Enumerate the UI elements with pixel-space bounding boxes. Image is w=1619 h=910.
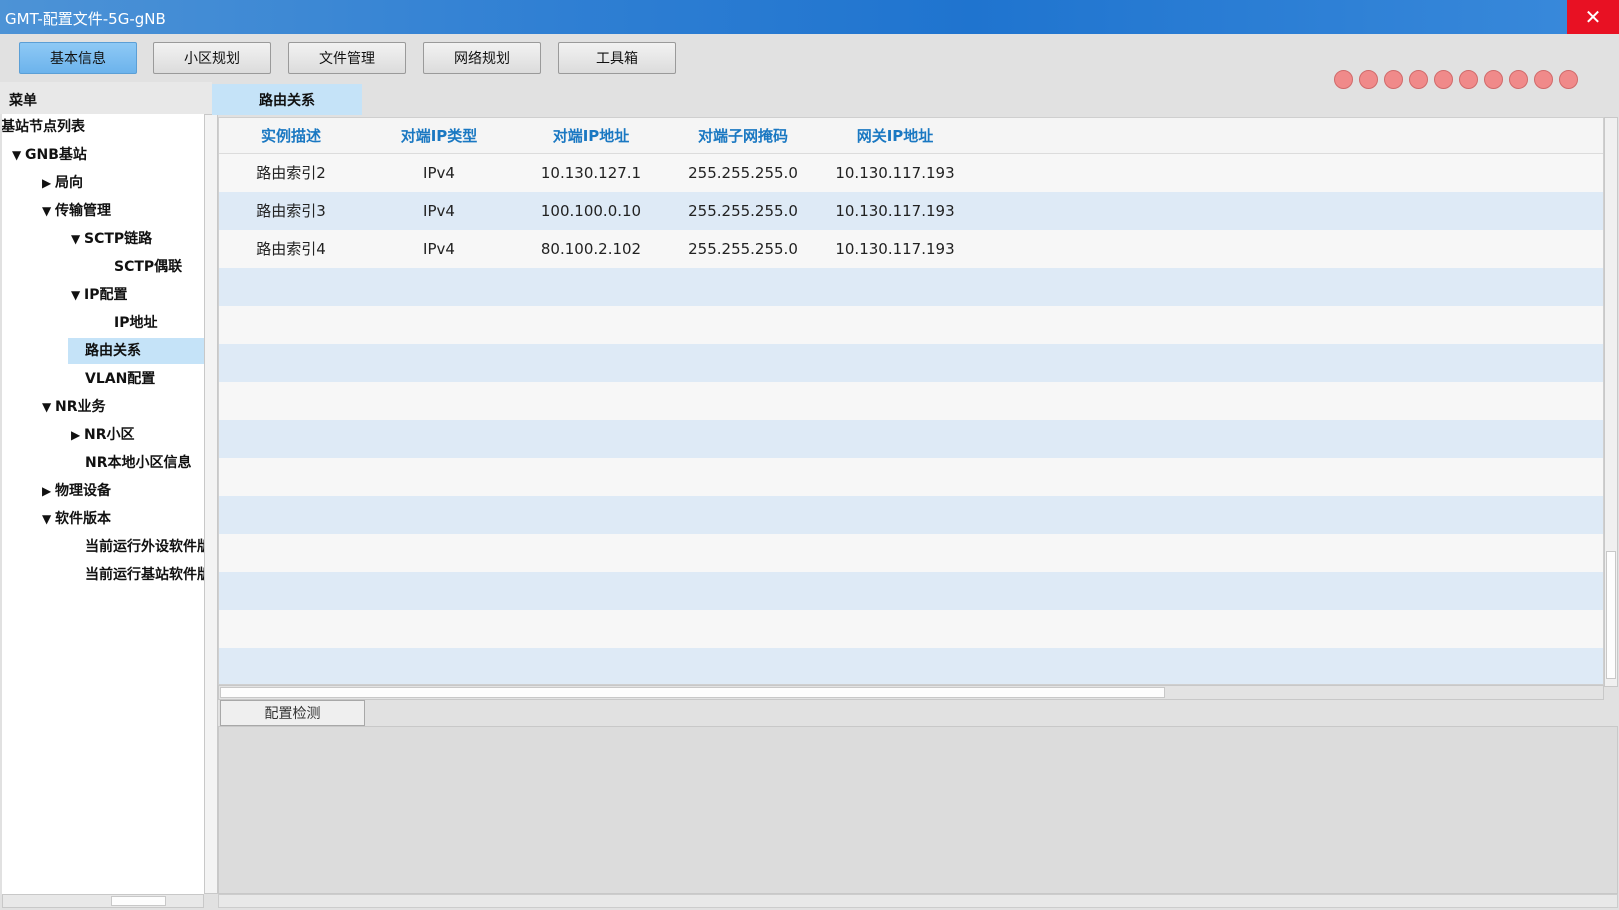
empty-row (219, 420, 1603, 458)
table-cell: 10.130.127.1 (540, 164, 642, 182)
table-row[interactable]: 路由索引3 IPv4 100.100.0.10 255.255.255.0 10… (219, 192, 1603, 230)
toolbox-button[interactable]: 工具箱 (558, 42, 676, 74)
status-dot-icon (1559, 70, 1578, 89)
empty-row (219, 648, 1603, 684)
status-dot-icon (1334, 70, 1353, 89)
collapse-triangle-icon[interactable]: ▼ (12, 142, 25, 168)
table-vertical-scrollbar[interactable] (1604, 117, 1618, 687)
table-cell: 255.255.255.0 (688, 202, 798, 220)
menu-tree: 基站节点列表 ▼ GNB基站 ▶ 局向 ▼ 传输管理 ▼ SCTP链路 SCTP偶联 ▼… (2, 114, 204, 894)
file-management-button[interactable]: 文件管理 (288, 42, 406, 74)
close-button[interactable]: ✕ (1567, 0, 1619, 34)
empty-row (219, 458, 1603, 496)
column-header[interactable]: 网关IP地址 (819, 118, 971, 154)
toolbar: 基本信息 小区规划 文件管理 网络规划 工具箱 (0, 34, 1619, 89)
tree-item-peripheral-software[interactable]: 当前运行外设软件版本 (85, 534, 204, 560)
network-planning-button[interactable]: 网络规划 (423, 42, 541, 74)
tree-item-physical-device[interactable]: ▶ 物理设备 (42, 478, 111, 504)
expand-triangle-icon[interactable]: ▶ (71, 422, 84, 448)
status-dot-icon (1434, 70, 1453, 89)
status-dot-icon (1409, 70, 1428, 89)
table-cell: 255.255.255.0 (688, 240, 798, 258)
table-cell: 路由索引4 (256, 240, 326, 258)
table-cell: 路由索引3 (256, 202, 326, 220)
tree-item-software-version[interactable]: ▼ 软件版本 (42, 506, 111, 532)
tree-item-sctp-association[interactable]: SCTP偶联 (114, 254, 182, 280)
tab-route-relation[interactable]: 路由关系 (212, 84, 362, 115)
tree-item-sctp-link[interactable]: ▼ SCTP链路 (71, 226, 152, 252)
column-header[interactable]: 实例描述 (219, 118, 363, 154)
bottom-scrollbar[interactable] (218, 894, 1618, 908)
scrollbar-thumb[interactable] (1606, 551, 1616, 679)
status-indicators (1334, 70, 1578, 89)
close-icon: ✕ (1584, 5, 1602, 29)
tree-item-vlan-config[interactable]: VLAN配置 (85, 366, 155, 392)
tab-config-check[interactable]: 配置检测 (220, 700, 365, 726)
tree-item-office-direction[interactable]: ▶ 局向 (42, 170, 83, 196)
empty-row (219, 382, 1603, 420)
expand-triangle-icon[interactable]: ▶ (42, 170, 55, 196)
empty-row (219, 610, 1603, 648)
table-cell: IPv4 (423, 240, 455, 258)
table-row[interactable]: 路由索引2 IPv4 10.130.127.1 255.255.255.0 10… (219, 154, 1603, 192)
empty-row (219, 496, 1603, 534)
basic-info-button[interactable]: 基本信息 (19, 42, 137, 74)
tree-item-transport[interactable]: ▼ 传输管理 (42, 198, 111, 224)
collapse-triangle-icon[interactable]: ▼ (42, 198, 55, 224)
table-cell: 10.130.117.193 (835, 240, 955, 258)
status-dot-icon (1359, 70, 1378, 89)
status-dot-icon (1534, 70, 1553, 89)
window-title: GMT-配置文件-5G-gNB (5, 10, 166, 28)
table-horizontal-scrollbar[interactable] (218, 685, 1604, 700)
table-header: 实例描述 对端IP类型 对端IP地址 对端子网掩码 网关IP地址 (219, 118, 1603, 154)
table-cell: 100.100.0.10 (540, 202, 642, 220)
status-dot-icon (1484, 70, 1503, 89)
table-cell: 10.130.117.193 (835, 164, 955, 182)
tree-item-node-list[interactable]: 基站节点列表 (2, 114, 85, 140)
tree-item-gnb[interactable]: ▼ GNB基站 (12, 142, 87, 168)
table-cell: 80.100.2.102 (540, 240, 642, 258)
column-header[interactable]: 对端IP地址 (515, 118, 667, 154)
table-cell: IPv4 (423, 164, 455, 182)
empty-row (219, 268, 1603, 306)
status-dot-icon (1509, 70, 1528, 89)
cell-planning-button[interactable]: 小区规划 (153, 42, 271, 74)
empty-row (219, 572, 1603, 610)
tree-item-nr-cell[interactable]: ▶ NR小区 (71, 422, 135, 448)
expand-triangle-icon[interactable]: ▶ (42, 478, 55, 504)
route-table: 实例描述 对端IP类型 对端IP地址 对端子网掩码 网关IP地址 路由索引2 I… (218, 117, 1604, 685)
tree-item-ip-address[interactable]: IP地址 (114, 310, 157, 336)
tree-item-bs-software[interactable]: 当前运行基站软件版本 (85, 562, 204, 588)
scrollbar-thumb[interactable] (111, 896, 166, 906)
collapse-triangle-icon[interactable]: ▼ (42, 506, 55, 532)
tree-item-nr-local-cell[interactable]: NR本地小区信息 (85, 450, 192, 476)
menu-horizontal-scrollbar[interactable] (2, 894, 204, 908)
menu-header: 菜单 (0, 82, 212, 114)
status-dot-icon (1459, 70, 1478, 89)
title-bar: GMT-配置文件-5G-gNB ✕ (0, 0, 1619, 34)
scrollbar-thumb[interactable] (220, 687, 1165, 698)
table-cell: 10.130.117.193 (835, 202, 955, 220)
empty-row (219, 344, 1603, 382)
column-header[interactable]: 对端IP类型 (363, 118, 515, 154)
menu-vertical-scrollbar[interactable] (204, 114, 218, 894)
empty-row (219, 306, 1603, 344)
table-cell: 路由索引2 (256, 164, 326, 182)
collapse-triangle-icon[interactable]: ▼ (71, 282, 84, 308)
empty-row (219, 534, 1603, 572)
status-dot-icon (1384, 70, 1403, 89)
table-row[interactable]: 路由索引4 IPv4 80.100.2.102 255.255.255.0 10… (219, 230, 1603, 268)
collapse-triangle-icon[interactable]: ▼ (42, 394, 55, 420)
column-header[interactable]: 对端子网掩码 (667, 118, 819, 154)
table-cell: IPv4 (423, 202, 455, 220)
table-cell: 255.255.255.0 (688, 164, 798, 182)
config-check-panel (218, 726, 1618, 894)
tree-item-ip-config[interactable]: ▼ IP配置 (71, 282, 127, 308)
collapse-triangle-icon[interactable]: ▼ (71, 226, 84, 252)
tree-item-nr-service[interactable]: ▼ NR业务 (42, 394, 106, 420)
tree-item-route-relation[interactable]: 路由关系 (68, 338, 204, 364)
